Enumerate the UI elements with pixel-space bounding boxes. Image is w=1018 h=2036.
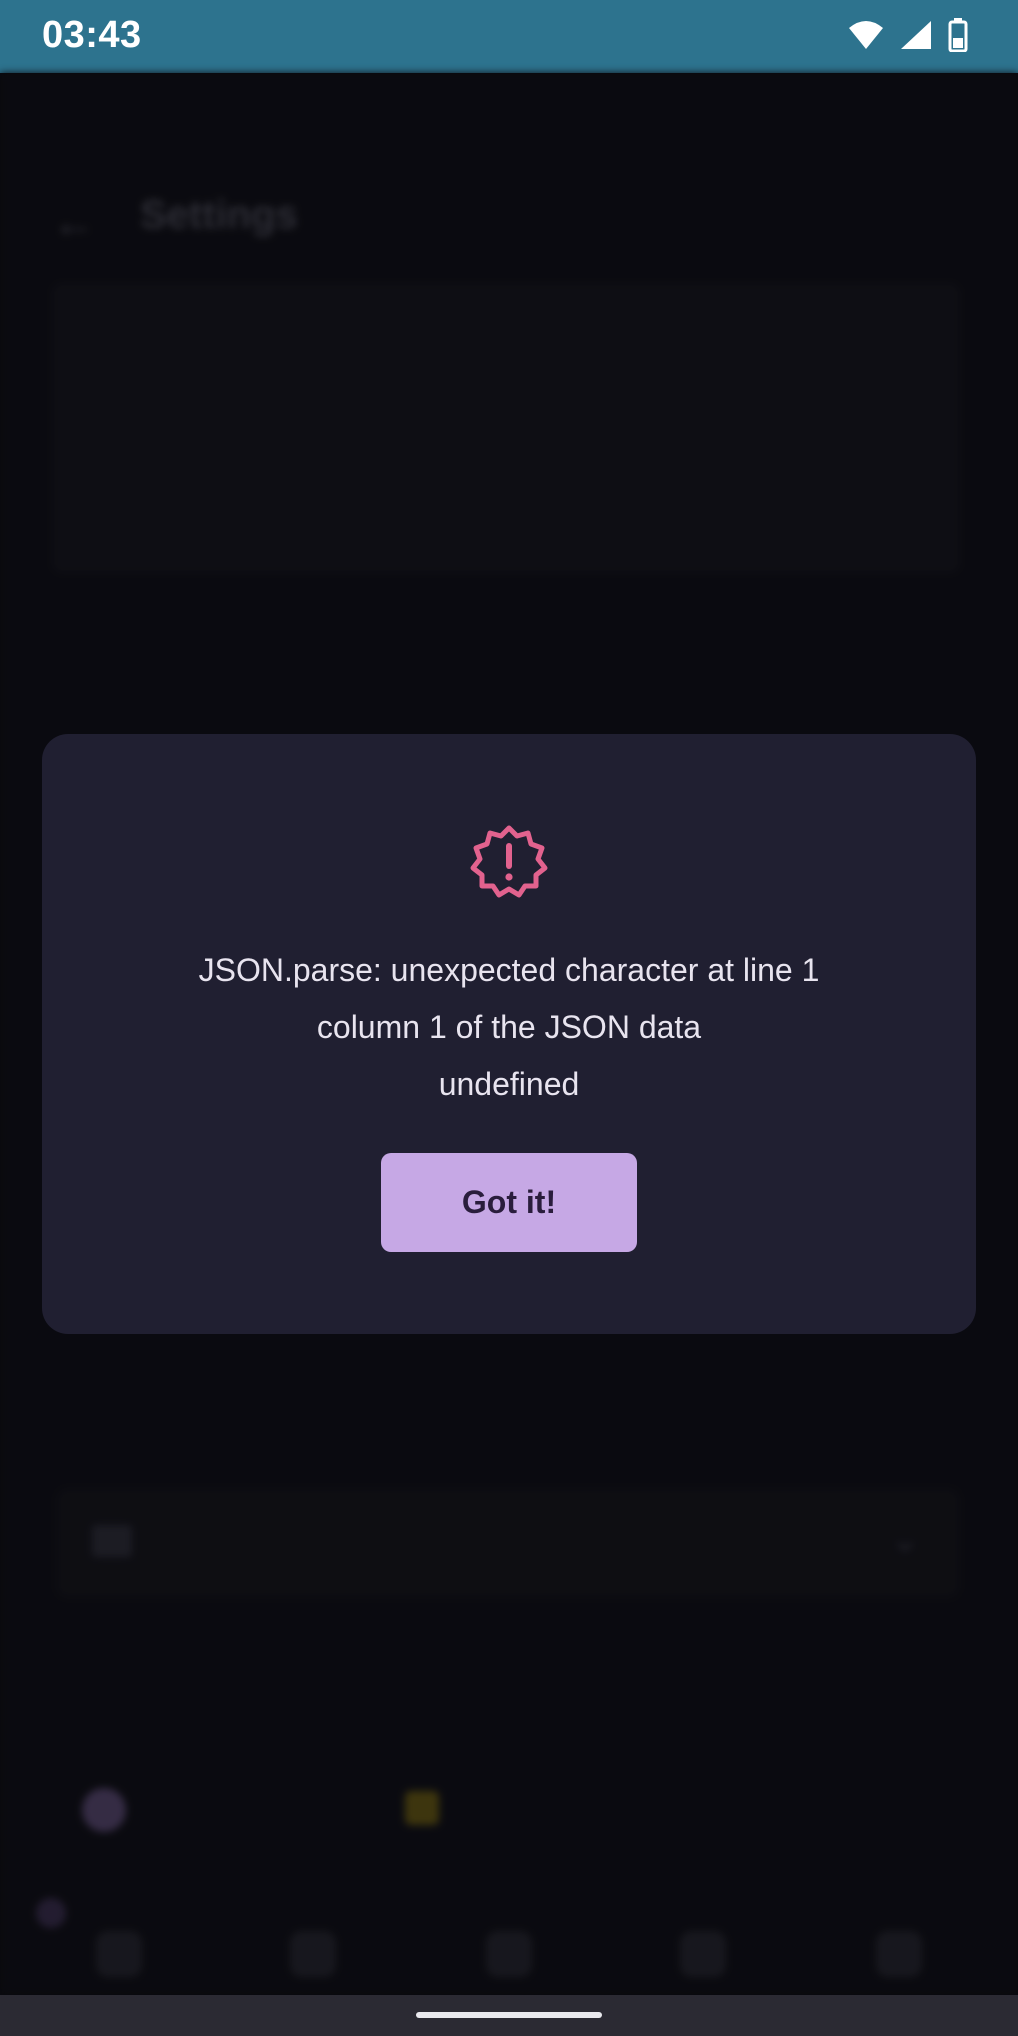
gesture-handle[interactable] bbox=[416, 2012, 602, 2018]
gesture-bar bbox=[0, 1995, 1018, 2036]
got-it-button[interactable]: Got it! bbox=[381, 1153, 637, 1252]
error-dialog: JSON.parse: unexpected character at line… bbox=[42, 734, 976, 1334]
alert-badge-icon bbox=[469, 822, 549, 902]
error-message: JSON.parse: unexpected character at line… bbox=[198, 952, 820, 1102]
status-bar: 03:43 bbox=[0, 0, 1018, 73]
signal-icon bbox=[900, 20, 932, 55]
wifi-icon bbox=[848, 20, 884, 55]
status-time: 03:43 bbox=[42, 14, 142, 56]
status-icons bbox=[848, 17, 968, 57]
battery-icon bbox=[948, 17, 968, 57]
